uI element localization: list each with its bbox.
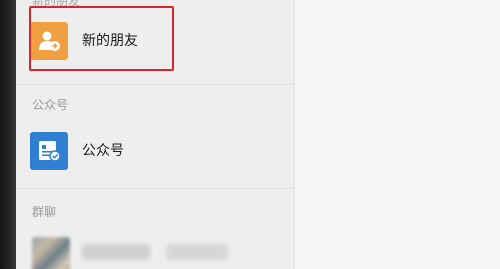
blurred-group-name: [166, 244, 228, 260]
highlight-box: [29, 6, 174, 71]
divider: [16, 188, 294, 189]
section-header-official-accounts: 公众号: [32, 98, 69, 112]
contact-item-label: 公众号: [82, 143, 124, 159]
window-left-edge: [0, 0, 16, 269]
group-chat-item[interactable]: [16, 230, 294, 269]
blurred-group-name: [82, 244, 150, 260]
divider: [16, 84, 294, 85]
official-account-icon: [30, 132, 68, 170]
section-header-groups: 群聊: [32, 205, 57, 219]
chat-content-area: [294, 0, 500, 269]
contact-item-official-accounts[interactable]: 公众号: [16, 122, 294, 184]
group-avatar: [32, 237, 70, 269]
